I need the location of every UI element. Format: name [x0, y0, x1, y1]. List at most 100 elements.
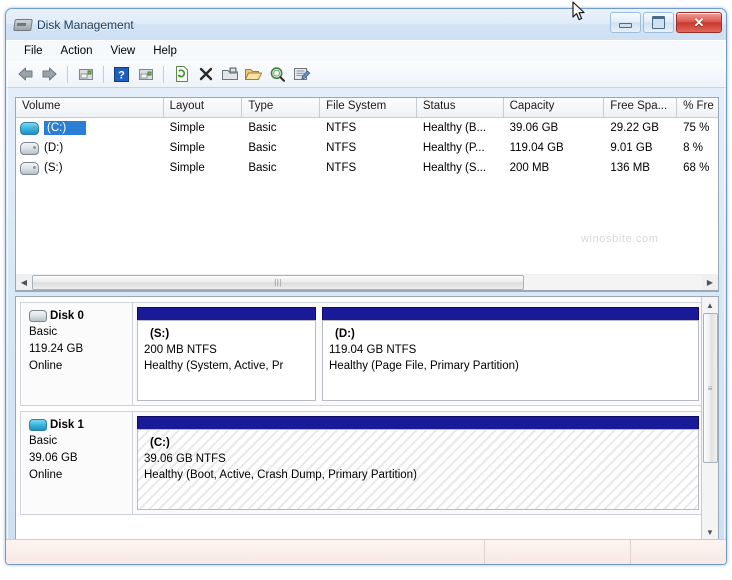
scroll-right-icon[interactable]: ▶ — [702, 275, 718, 290]
scroll-left-icon[interactable]: ◀ — [16, 275, 32, 290]
minimize-button[interactable] — [610, 12, 641, 33]
menu-action[interactable]: Action — [52, 43, 102, 59]
toolbar-separator — [103, 65, 104, 83]
refresh-icon[interactable] — [171, 64, 192, 85]
disk-info-1[interactable]: Disk 1 Basic 39.06 GB Online — [21, 412, 133, 514]
disk-state: Online — [29, 469, 63, 481]
disk-partitions-1: (C:) 39.06 GB NTFS Healthy (Boot, Active… — [133, 412, 703, 514]
all-tasks-icon[interactable] — [291, 64, 312, 85]
scrollbar-track[interactable]: ||| — [32, 274, 702, 290]
column-header-type[interactable]: Type — [242, 98, 321, 117]
drive-icon — [20, 121, 39, 135]
disk-row-1[interactable]: Disk 1 Basic 39.06 GB Online (C:) 39.06 … — [20, 411, 704, 515]
table-row[interactable]: (S:) Simple Basic NTFS Healthy (S... 200… — [16, 158, 718, 178]
close-icon: ✕ — [693, 15, 705, 30]
status-cell-third — [631, 540, 726, 564]
cell-free-space: 9.01 GB — [610, 142, 653, 154]
volume-list-body: (C:) Simple Basic NTFS Healthy (B... 39.… — [16, 118, 718, 178]
window-title: Disk Management — [37, 17, 134, 32]
scrollbar-thumb[interactable]: ≡ — [702, 313, 718, 463]
menu-view[interactable]: View — [102, 43, 145, 59]
disk-title-0: Disk 0 — [29, 310, 132, 322]
cell-status: Healthy (B... — [422, 122, 487, 134]
disk-type: Basic — [29, 435, 58, 447]
table-row[interactable]: (D:) Simple Basic NTFS Healthy (P... 119… — [16, 138, 718, 158]
column-header-file-system[interactable]: File System — [320, 98, 417, 117]
toolbar-separator — [163, 65, 164, 83]
cell-type: Basic — [248, 122, 277, 134]
partition-c[interactable]: (C:) 39.06 GB NTFS Healthy (Boot, Active… — [137, 416, 699, 510]
open-folder-icon[interactable] — [243, 64, 264, 85]
column-header-layout[interactable]: Layout — [164, 98, 243, 117]
scrollbar-thumb[interactable]: ||| — [32, 274, 524, 290]
watermark: winosbite.com — [581, 233, 659, 245]
column-header-percent-free[interactable]: % Fre — [677, 98, 718, 117]
title-bar[interactable]: Disk Management ✕ — [6, 9, 726, 40]
disk-type: Basic — [29, 326, 58, 338]
disk-title-1: Disk 1 — [29, 419, 132, 431]
disk-name: Disk 1 — [50, 419, 84, 431]
menu-file[interactable]: File — [15, 43, 52, 59]
cell-percent-free: 8 % — [683, 142, 703, 154]
maximize-button[interactable] — [643, 12, 674, 33]
disk-size: 39.06 GB — [29, 452, 78, 464]
partition-d[interactable]: (D:) 119.04 GB NTFS Healthy (Page File, … — [322, 307, 699, 401]
cell-volume-label: (D:) — [44, 142, 64, 154]
column-header-free-space[interactable]: Free Spa... — [604, 98, 678, 117]
back-icon[interactable] — [15, 64, 36, 85]
cell-percent-free: 75 % — [683, 122, 710, 134]
disk-info-0[interactable]: Disk 0 Basic 119.24 GB Online — [21, 303, 133, 405]
table-row[interactable]: (C:) Simple Basic NTFS Healthy (B... 39.… — [16, 118, 718, 138]
partition-status: Healthy (System, Active, Pr — [144, 360, 284, 372]
partition-details: (C:) 39.06 GB NTFS Healthy (Boot, Active… — [137, 429, 699, 510]
cell-volume: (S:) — [16, 161, 164, 175]
show-hide-console-tree-icon[interactable] — [135, 64, 156, 85]
volume-list-header: Volume Layout Type File System Status Ca… — [16, 98, 718, 118]
partition-details: (D:) 119.04 GB NTFS Healthy (Page File, … — [322, 320, 699, 401]
status-cell-main — [6, 540, 485, 564]
cell-capacity: 39.06 GB — [509, 122, 559, 134]
rescan-disks-icon[interactable] — [267, 64, 288, 85]
up-one-level-icon[interactable] — [75, 64, 96, 85]
disk-row-0[interactable]: Disk 0 Basic 119.24 GB Online (S:) 200 M… — [20, 302, 704, 406]
scroll-up-icon[interactable]: ▲ — [703, 297, 718, 313]
cell-file-system: NTFS — [326, 162, 357, 174]
disk-management-icon — [13, 17, 33, 32]
close-button[interactable]: ✕ — [676, 12, 722, 33]
menu-help[interactable]: Help — [144, 43, 186, 59]
disk-graphical-pane: Disk 0 Basic 119.24 GB Online (S:) 200 M… — [15, 296, 719, 541]
svg-text:?: ? — [118, 69, 125, 81]
scrollbar-track[interactable]: ≡ — [702, 313, 718, 524]
scrollbar-grip-icon: ||| — [274, 277, 282, 287]
scroll-down-icon[interactable]: ▼ — [703, 524, 718, 540]
toolbar-separator — [67, 65, 68, 83]
partition-s[interactable]: (S:) 200 MB NTFS Healthy (System, Active… — [137, 307, 316, 401]
cell-capacity: 200 MB — [509, 162, 550, 174]
help-icon[interactable]: ? — [111, 64, 132, 85]
delete-icon[interactable] — [195, 64, 216, 85]
disk-icon — [29, 310, 47, 322]
column-header-volume[interactable]: Volume — [16, 98, 164, 117]
volume-list-horizontal-scrollbar[interactable]: ◀ ||| ▶ — [15, 274, 719, 291]
partition-status: Healthy (Boot, Active, Crash Dump, Prima… — [144, 469, 417, 481]
properties-icon[interactable] — [219, 64, 240, 85]
disk-pane-vertical-scrollbar[interactable]: ▲ ≡ ▼ — [701, 297, 718, 540]
minimize-icon — [619, 23, 632, 28]
partition-color-bar — [322, 307, 699, 320]
disk-size: 119.24 GB — [29, 343, 84, 355]
volume-list-pane: Volume Layout Type File System Status Ca… — [15, 97, 719, 292]
column-header-status[interactable]: Status — [417, 98, 504, 117]
cell-file-system: NTFS — [326, 122, 357, 134]
cell-percent-free: 68 % — [683, 162, 710, 174]
cell-volume-label: (S:) — [44, 162, 63, 174]
cell-layout: Simple — [169, 122, 205, 134]
column-header-capacity[interactable]: Capacity — [504, 98, 605, 117]
drive-icon — [20, 141, 39, 155]
cell-volume: (D:) — [16, 141, 164, 155]
status-cell-second — [485, 540, 631, 564]
menu-bar: File Action View Help — [6, 40, 726, 61]
scrollbar-grip-icon: ≡ — [707, 383, 713, 393]
partition-size-fs: 39.06 GB NTFS — [144, 453, 226, 465]
partition-details: (S:) 200 MB NTFS Healthy (System, Active… — [137, 320, 316, 401]
forward-icon[interactable] — [39, 64, 60, 85]
